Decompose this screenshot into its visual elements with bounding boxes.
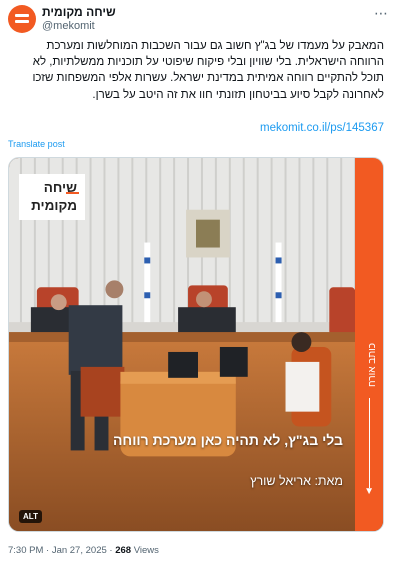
tweet-media[interactable]: שיחה מקומית כותב אורח ▼ בלי בג"ץ, לא תהי… <box>8 157 384 532</box>
tweet-text: המאבק על מעמדו של בג"ץ חשוב גם עבור השכב… <box>32 40 384 101</box>
side-label: כותב אורח <box>367 343 378 388</box>
display-name[interactable]: שיחה מקומית <box>42 5 116 19</box>
logo-line2: מקומית <box>31 198 77 213</box>
timestamp[interactable]: 7:30 PM · Jan 27, 2025 · <box>8 545 115 556</box>
side-banner: כותב אורח ▼ <box>355 158 383 531</box>
alt-badge[interactable]: ALT <box>19 510 42 523</box>
avatar[interactable] <box>8 5 36 33</box>
views-count: 268 <box>115 545 132 556</box>
article-title: בלי בג"ץ, לא תהיה כאן מערכת רווחה <box>112 432 343 448</box>
tweet-footer: 7:30 PM · Jan 27, 2025 · 268 Views <box>8 545 159 556</box>
handle[interactable]: @mekomit <box>42 20 95 32</box>
mekomit-logo: שיחה מקומית <box>19 174 85 220</box>
logo-dash <box>66 192 79 194</box>
article-author: מאת: אריאל שורץ <box>250 474 343 488</box>
tweet-header: שיחה מקומית @mekomit ⋯ <box>8 3 393 33</box>
translate-post-link[interactable]: Translate post <box>8 139 65 149</box>
more-options-icon[interactable]: ⋯ <box>374 5 389 22</box>
down-arrow-icon: ▼ <box>364 486 374 497</box>
side-line <box>369 398 370 488</box>
tweet-link[interactable]: mekomit.co.il/ps/145367 <box>260 122 384 134</box>
views-label: Views <box>131 545 159 556</box>
